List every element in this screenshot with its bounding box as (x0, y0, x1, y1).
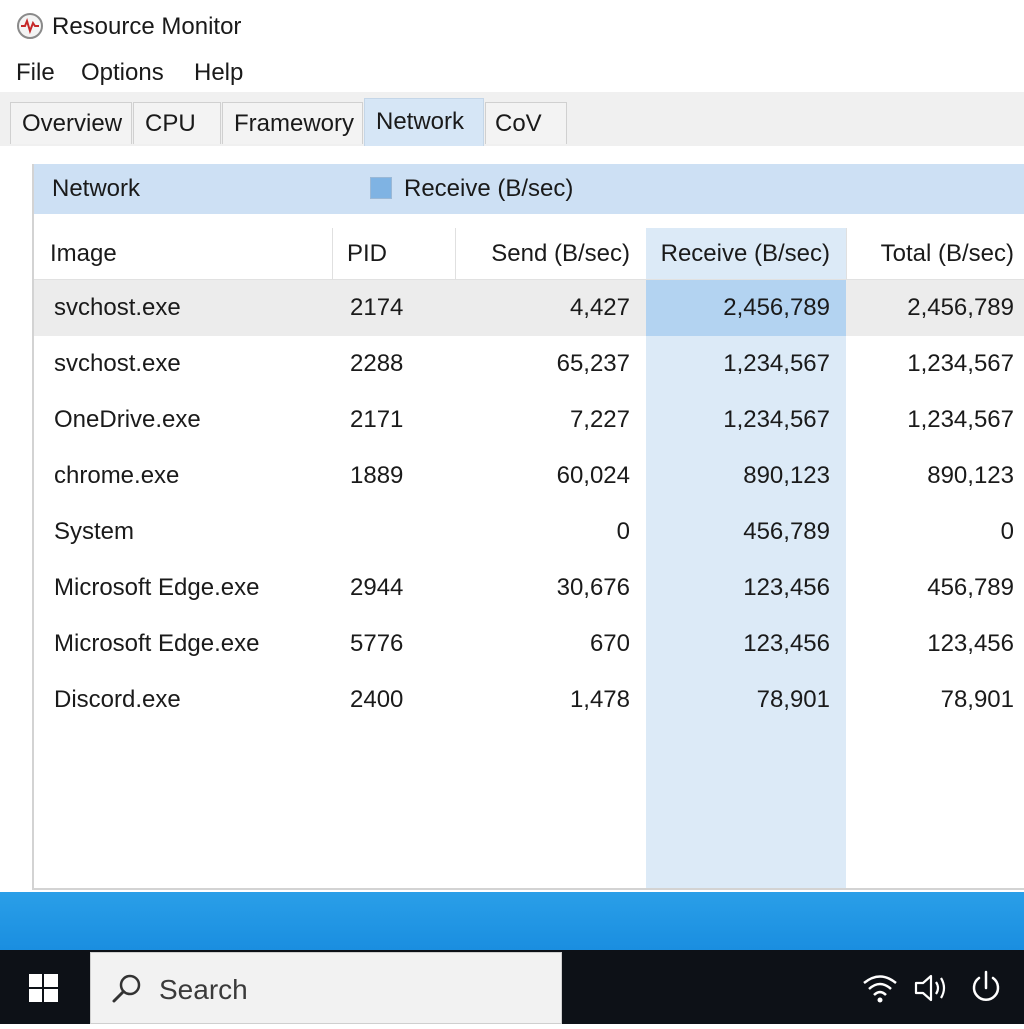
cell-image: System (54, 518, 135, 545)
column-header-image[interactable]: Image (34, 228, 332, 280)
cell-image: OneDrive.exe (54, 406, 201, 433)
power-icon[interactable] (966, 968, 1006, 1008)
cell-total: 1,234,567 (907, 406, 1014, 433)
table-row[interactable]: Discord.exe 2400 1,478 78,901 78,901 (34, 672, 1024, 728)
resource-monitor-gauge-icon (17, 13, 43, 39)
cell-receive: 1,234,567 (723, 350, 830, 377)
table-row[interactable]: System 0 456,789 0 (34, 504, 1024, 560)
cell-receive: 456,789 (743, 518, 830, 545)
cell-receive: 2,456,789 (723, 294, 830, 321)
tab-cov[interactable]: CoV (485, 102, 567, 144)
table-row[interactable]: svchost.exe 2174 4,427 2,456,789 2,456,789 (34, 280, 1024, 336)
column-header-receive[interactable]: Receive (B/sec) (646, 228, 846, 280)
cell-image: svchost.exe (54, 350, 181, 377)
window-title: Resource Monitor (52, 13, 242, 40)
tab-bar: Overview CPU Framewory Network CoV (0, 92, 1024, 147)
cell-receive: 78,901 (756, 686, 830, 713)
cell-pid: 2944 (350, 574, 404, 601)
cell-send: 7,227 (569, 406, 630, 433)
cell-pid: 2288 (350, 350, 404, 377)
cell-pid: 5776 (350, 630, 404, 657)
cell-receive: 123,456 (743, 630, 830, 657)
cell-pid: 2400 (350, 686, 404, 713)
cell-image: svchost.exe (54, 294, 181, 321)
cell-pid: 1889 (350, 462, 404, 489)
cell-pid (350, 504, 440, 560)
column-header-send[interactable]: Send (B/sec) (456, 228, 646, 280)
cell-receive: 890,123 (743, 462, 830, 489)
cell-image: Microsoft Edge.exe (54, 574, 260, 601)
desktop-background (0, 892, 1024, 950)
table-row[interactable]: svchost.exe 2288 65,237 1,234,567 1,234,567 (34, 336, 1024, 392)
cell-image: Microsoft Edge.exe (54, 630, 260, 657)
panel-title: Network (52, 175, 141, 202)
menu-help[interactable]: Help (194, 58, 243, 88)
cell-total: 123,456 (927, 630, 1014, 657)
tab-overview[interactable]: Overview (10, 102, 132, 144)
wifi-icon[interactable] (860, 968, 900, 1008)
table-row[interactable]: Microsoft Edge.exe 5776 670 123,456 123,456 (34, 616, 1024, 672)
cell-total: 456,789 (927, 574, 1014, 601)
cell-receive: 123,456 (743, 574, 830, 601)
menu-bar: File Options Help (0, 54, 1024, 92)
cell-pid: 2174 (350, 294, 404, 321)
cell-receive: 1,234,567 (723, 406, 830, 433)
network-panel: Network Receive (B/sec) Image PID Send (… (32, 164, 1024, 890)
table-row[interactable]: Microsoft Edge.exe 2944 30,676 123,456 456,7… (34, 560, 1024, 616)
search-icon (112, 974, 141, 1003)
cell-total: 78,901 (940, 686, 1014, 713)
cell-image: chrome.exe (54, 462, 180, 489)
cell-send: 60,024 (556, 462, 630, 489)
legend-swatch (370, 177, 392, 199)
cell-send: 670 (589, 630, 630, 657)
menu-file[interactable]: File (16, 58, 55, 88)
taskbar-search-box[interactable]: Search (90, 952, 562, 1024)
windows-logo-icon (29, 974, 58, 1002)
legend-label: Receive (B/sec) (404, 175, 574, 202)
title-bar: Resource Monitor (0, 0, 1024, 54)
taskbar: Search (0, 950, 1024, 1024)
cell-total: 890,123 (927, 462, 1014, 489)
cell-total: 0 (1000, 518, 1014, 545)
cell-send: 65,237 (556, 350, 630, 377)
start-button[interactable] (0, 950, 88, 1024)
cell-image: Discord.exe (54, 686, 181, 713)
cell-total: 1,234,567 (907, 350, 1014, 377)
menu-options[interactable]: Options (81, 58, 164, 88)
table-row[interactable]: OneDrive.exe 2171 7,227 1,234,567 1,234,567 (34, 392, 1024, 448)
cell-send: 4,427 (569, 294, 630, 321)
search-placeholder: Search (159, 974, 248, 1005)
column-header-total[interactable]: Total (B/sec) (847, 228, 1024, 280)
cell-send: 30,676 (556, 574, 630, 601)
cell-total: 2,456,789 (907, 294, 1014, 321)
tab-network[interactable]: Network (364, 98, 484, 146)
tab-cpu[interactable]: CPU (133, 102, 221, 144)
tab-framewory[interactable]: Framewory (222, 102, 363, 144)
cell-send: 1,478 (569, 686, 630, 713)
panel-header[interactable]: Network Receive (B/sec) (34, 164, 1024, 214)
cell-send: 0 (616, 518, 630, 545)
volume-icon[interactable] (912, 968, 952, 1008)
cell-pid: 2171 (350, 406, 404, 433)
column-header-pid[interactable]: PID (333, 228, 455, 280)
table-row[interactable]: chrome.exe 1889 60,024 890,123 890,123 (34, 448, 1024, 504)
